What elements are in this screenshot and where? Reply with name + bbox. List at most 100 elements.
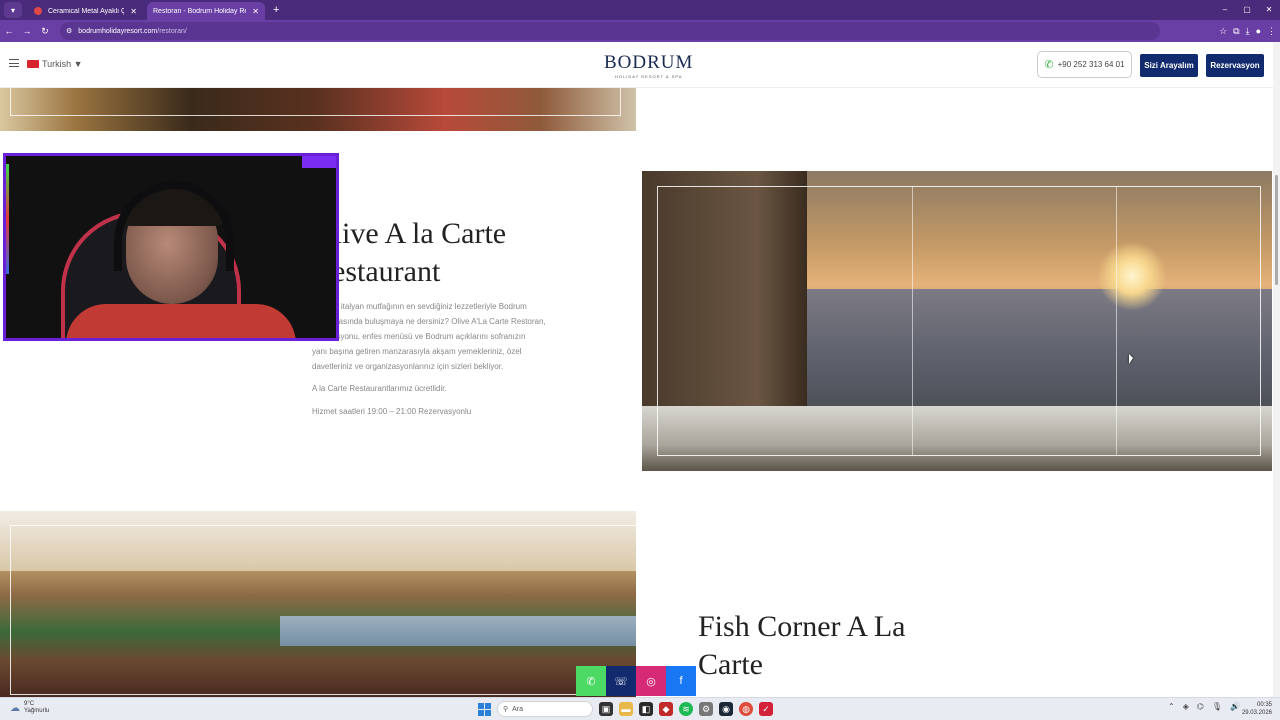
description-line: yanı başına getiren manzarasıyla akşam y… (312, 347, 522, 356)
start-windows-icon[interactable] (478, 702, 491, 716)
minimize-button[interactable]: – (1214, 0, 1236, 20)
new-tab-button[interactable]: + (273, 4, 279, 16)
maximize-button[interactable]: ▢ (1236, 0, 1258, 20)
app-red-icon[interactable]: ✓ (759, 702, 773, 716)
tray-chevron-icon[interactable]: ⌃ (1168, 702, 1175, 711)
search-icon: ⚲ (503, 706, 509, 713)
turkish-flag-icon (27, 60, 39, 68)
steam-icon[interactable]: ◉ (719, 702, 733, 716)
olive-sunset-image (642, 171, 1272, 471)
browser-menu-icon[interactable]: ⋮ (1267, 26, 1276, 37)
taskbar-search[interactable]: ⚲ Ara (497, 701, 593, 717)
taskbar-clock[interactable]: 00:35 29.03.2026 (1242, 701, 1272, 717)
site-info-icon[interactable]: ⚙ (66, 27, 72, 35)
facebook-button[interactable]: f (666, 666, 696, 696)
browser-tab-active[interactable]: Restoran - Bodrum Holiday Res ✕ (147, 2, 265, 20)
window-frame-line (912, 186, 913, 456)
spotify-icon[interactable]: ≋ (679, 702, 693, 716)
description-line: Türk ve italyan mutfağının en sevdiğiniz… (312, 302, 527, 311)
profile-avatar-icon[interactable]: ● (1256, 26, 1261, 37)
bookmark-star-icon[interactable]: ☆ (1219, 26, 1227, 37)
file-explorer-icon[interactable]: ▬ (619, 702, 633, 716)
description-line: dekorasyonu, enfes menüsü ve Bodrum açık… (312, 332, 526, 341)
instagram-button[interactable]: ◎ (636, 666, 666, 696)
url-path: /restoran/ (157, 27, 187, 35)
facebook-icon: f (679, 675, 683, 687)
scrollbar-thumb[interactable] (1275, 175, 1278, 285)
fish-corner-title: Fish Corner A La Carte (698, 608, 906, 684)
language-label: Turkish ▼ (42, 59, 83, 69)
search-placeholder: Ara (512, 705, 524, 713)
clock-date: 29.03.2026 (1241, 710, 1272, 716)
language-selector[interactable]: Turkish ▼ (27, 59, 83, 69)
task-view-icon[interactable]: ▣ (599, 702, 613, 716)
network-icon[interactable]: ⌬ (1197, 702, 1204, 711)
webcam-border-accent (6, 164, 9, 274)
call-me-button[interactable]: Sizi Arayalım (1140, 54, 1198, 77)
speaker-icon[interactable]: 🔊 (1230, 702, 1240, 711)
clock-time: 00:35 (1256, 702, 1272, 708)
instagram-icon: ◎ (646, 675, 656, 688)
forward-icon[interactable]: → (18, 26, 36, 36)
rain-cloud-icon: ☁ (10, 702, 20, 714)
mic-icon[interactable]: 🎙 (1212, 702, 1222, 711)
hamburger-menu-icon[interactable] (9, 59, 19, 67)
url-domain: bodrumholidayresort.com (78, 27, 158, 35)
fish-corner-image (0, 511, 636, 697)
webcam-corner-accent (302, 156, 336, 168)
window-frame-line (1116, 186, 1117, 456)
tab-favicon-icon (34, 7, 42, 15)
whatsapp-icon: ✆ (586, 675, 596, 688)
person-shirt (66, 304, 296, 338)
page-scrollbar[interactable] (1273, 42, 1280, 697)
image-frame (657, 186, 1261, 456)
settings-gear-icon[interactable]: ⚙ (699, 702, 713, 716)
service-hours: Hizmet saatleri 19:00 – 21:00 Rezervasyo… (312, 407, 472, 416)
restaurant-food-image (0, 88, 636, 131)
logo-subtext: HOLIDAY RESORT & SPA (614, 74, 683, 79)
tab-close-icon[interactable]: ✕ (252, 7, 259, 16)
olive-restaurant-title: Olive A la Carte Restaurant (312, 215, 506, 291)
image-frame (10, 88, 621, 116)
app-icon[interactable]: ◆ (659, 702, 673, 716)
phone-button[interactable]: ✆ +90 252 313 64 01 (1037, 51, 1132, 78)
tab-search-button[interactable]: ▾ (4, 2, 22, 18)
system-tray: ⌃ ◈ ⌬ 🎙 🔊 (1168, 702, 1240, 711)
site-logo[interactable]: BODRUM HOLIDAY RESORT & SPA (604, 52, 693, 79)
weather-temp: 9°C (24, 701, 35, 707)
tab-title: Restoran - Bodrum Holiday Res (153, 7, 247, 15)
phone-number: +90 252 313 64 01 (1057, 60, 1125, 69)
download-icon[interactable]: ⤓ (1246, 26, 1250, 37)
site-header: Turkish ▼ BODRUM HOLIDAY RESORT & SPA ✆ … (0, 42, 1273, 88)
fee-note: A la Carte Restaurantlarımız ücretlidir. (312, 384, 447, 393)
extensions-icon[interactable]: ⧉ (1233, 26, 1239, 37)
phone-icon: ☏ (614, 675, 628, 688)
title-line: Carte (698, 648, 763, 681)
tray-app-icon[interactable]: ◈ (1183, 702, 1189, 711)
social-buttons: ✆ ☏ ◎ f (576, 666, 696, 696)
weather-widget[interactable]: ☁ 9°C Yağmurlu (10, 701, 49, 715)
reload-icon[interactable]: ↻ (36, 26, 54, 37)
tab-title: Ceramical Metal Ayaklı Çalışma (48, 7, 125, 15)
phone-icon: ✆ (1044, 59, 1054, 71)
tab-close-icon[interactable]: ✕ (130, 7, 137, 16)
webcam-overlay (3, 153, 339, 341)
close-window-button[interactable]: ✕ (1258, 0, 1280, 20)
title-line: Fish Corner A La (698, 610, 906, 643)
logo-text: BODRUM (604, 52, 694, 73)
browser-tab[interactable]: Ceramical Metal Ayaklı Çalışma ✕ (28, 2, 143, 20)
nvidia-icon[interactable]: ◧ (639, 702, 653, 716)
windows-taskbar: ☁ 9°C Yağmurlu ⚲ Ara ▣ ▬ ◧ ◆ ≋ ⚙ ◉ ◍ ✓ ⌃… (0, 697, 1280, 720)
reservation-button[interactable]: Rezervasyon (1206, 54, 1264, 77)
phone-call-button[interactable]: ☏ (606, 666, 636, 696)
title-line: Olive A la Carte (312, 217, 507, 250)
browser-toolbar: ← → ↻ ⚙ bodrumholidayresort.com/restoran… (0, 20, 1280, 42)
description-line: manzarasında buluşmaya ne dersiniz? Oliv… (312, 317, 546, 326)
image-frame (10, 525, 636, 695)
window-controls: – ▢ ✕ (1214, 0, 1280, 20)
address-bar[interactable]: ⚙ bodrumholidayresort.com/restoran/ (60, 22, 1160, 40)
back-icon[interactable]: ← (0, 26, 18, 36)
headset (114, 181, 234, 271)
whatsapp-button[interactable]: ✆ (576, 666, 606, 696)
chrome-icon[interactable]: ◍ (739, 702, 753, 716)
